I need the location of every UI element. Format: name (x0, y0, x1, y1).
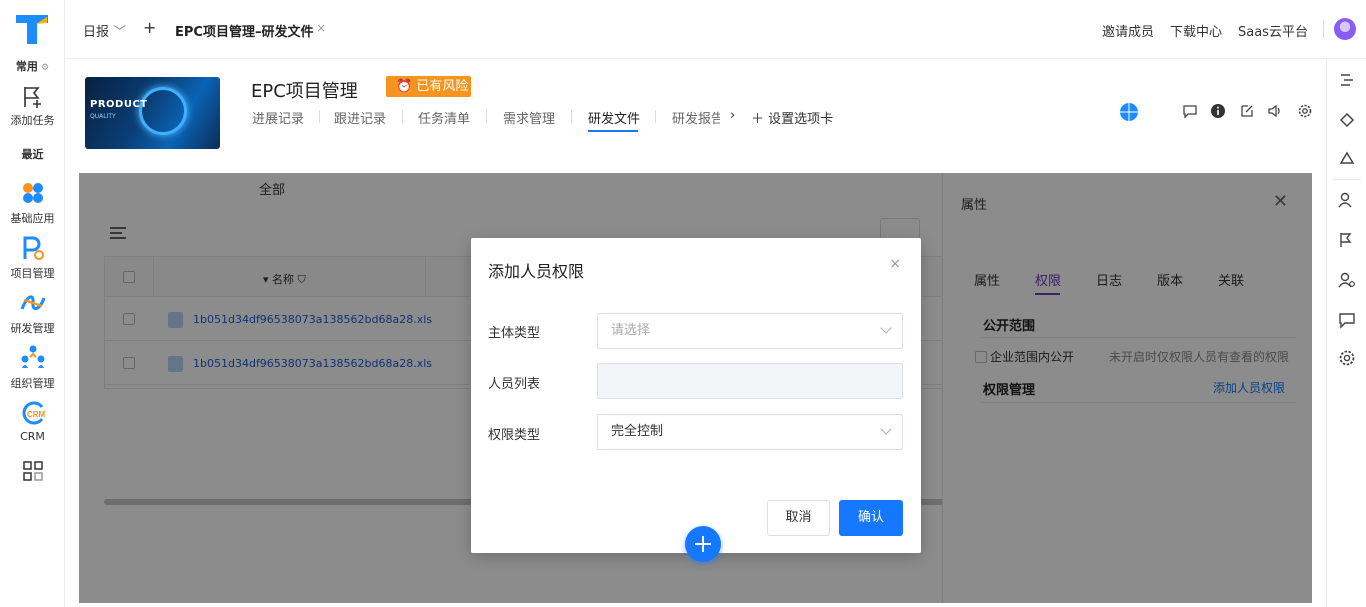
nav-item-project-mgmt[interactable]: 项目管理 (0, 265, 65, 281)
chevron-down-icon (880, 322, 892, 334)
tab-sep (402, 110, 403, 123)
tab-sep (571, 110, 572, 123)
cover-ring (139, 87, 187, 135)
add-task-label[interactable]: 添加任务 (0, 112, 65, 128)
tab-close-icon[interactable]: × (316, 21, 326, 35)
crm-icon[interactable]: CRM (20, 399, 46, 425)
tabs-scroll-right-icon[interactable]: › (730, 108, 735, 123)
nav-item-rd-mgmt[interactable]: 研发管理 (0, 320, 65, 336)
report-menu[interactable]: 日报 ﹀ (83, 21, 126, 40)
project-title: EPC项目管理 (251, 81, 358, 102)
share-icon[interactable] (1338, 111, 1356, 129)
cancel-button[interactable]: 取消 (767, 500, 830, 536)
nav-item-org-mgmt[interactable]: 组织管理 (0, 375, 65, 391)
saas-platform-link[interactable]: Saas云平台 (1238, 21, 1308, 40)
tab-sep (319, 110, 320, 123)
add-tab-button[interactable]: + (143, 18, 156, 37)
tab-rd-report[interactable]: 研发报告 (672, 108, 720, 127)
tab-sep (655, 110, 656, 123)
tab-task-list[interactable]: 任务清单 (418, 108, 470, 127)
floating-add-button[interactable] (685, 526, 721, 562)
svg-text:CRM: CRM (27, 410, 46, 419)
common-label: 常用 ⚙ (15, 60, 50, 73)
app-logo-icon[interactable] (14, 12, 50, 46)
perm-type-value: 完全控制 (611, 424, 664, 439)
basic-apps-icon[interactable] (20, 180, 46, 206)
sort-icon[interactable] (1338, 71, 1356, 89)
invite-members-link[interactable]: 邀请成员 (1102, 21, 1154, 40)
subject-type-placeholder: 请选择 (611, 323, 651, 338)
project-mgmt-icon[interactable] (20, 235, 46, 261)
nav-item-crm[interactable]: CRM (0, 430, 65, 443)
confirm-button[interactable]: 确认 (839, 500, 903, 536)
rd-mgmt-icon[interactable] (20, 290, 46, 316)
download-center-link[interactable]: 下载中心 (1170, 21, 1222, 40)
recycle-icon[interactable] (1338, 151, 1356, 169)
tab-rd-files[interactable]: 研发文件 (588, 108, 640, 127)
avatar[interactable] (1334, 18, 1356, 40)
tab-epc-rd-files[interactable]: EPC项目管理–研发文件 (175, 21, 313, 40)
left-nav: 常用 ⚙ 添加任务 最近 基础应用 项目管理 研发管理 组织管理 CRM CRM (0, 0, 65, 607)
add-task-icon[interactable] (20, 84, 46, 110)
settings-icon[interactable] (1338, 349, 1356, 367)
risk-badge[interactable]: ⏰ 已有风险 (386, 76, 471, 97)
top-bar: 日报 ﹀ + EPC项目管理–研发文件 × 邀请成员 下载中心 Saas云平台 (66, 0, 1366, 59)
tab-followup[interactable]: 跟进记录 (334, 108, 386, 127)
tab-requirements[interactable]: 需求管理 (503, 108, 555, 127)
project-cover-image: PRODUCT QUALITY (85, 77, 220, 149)
user-ad-icon[interactable] (1338, 191, 1356, 209)
user-settings-icon[interactable] (1338, 271, 1356, 289)
sound-icon[interactable] (1267, 103, 1283, 119)
tab-progress[interactable]: 进展记录 (252, 108, 304, 127)
divider (1333, 179, 1361, 180)
info-icon[interactable] (1210, 103, 1226, 119)
tab-sep (486, 110, 487, 123)
nav-item-basic-apps[interactable]: 基础应用 (0, 210, 65, 226)
add-permission-modal: 添加人员权限 × 主体类型 请选择 人员列表 权限类型 完全控制 取消 确认 (471, 238, 921, 553)
modal-title: 添加人员权限 (488, 262, 585, 281)
subject-type-label: 主体类型 (488, 326, 541, 341)
modal-close-icon[interactable]: × (889, 256, 901, 272)
active-tab-underline (588, 130, 638, 132)
chevron-down-icon (880, 423, 892, 435)
chat-icon[interactable] (1338, 311, 1356, 329)
comment-icon[interactable] (1182, 103, 1198, 119)
org-mgmt-icon[interactable] (20, 344, 46, 370)
right-toolbar (1326, 59, 1366, 607)
divider (1323, 20, 1324, 38)
more-apps-icon[interactable] (20, 458, 46, 484)
subject-type-select[interactable]: 请选择 (597, 313, 903, 349)
gear-icon[interactable] (1297, 103, 1313, 119)
edit-icon[interactable] (1239, 103, 1255, 119)
cover-subtitle: QUALITY (90, 113, 116, 120)
settings-tab-button[interactable]: ＋ 设置选项卡 (751, 108, 833, 127)
perm-type-label: 权限类型 (488, 428, 541, 443)
person-list-field[interactable] (597, 363, 903, 399)
cover-title: PRODUCT (90, 99, 148, 110)
perm-type-select[interactable]: 完全控制 (597, 414, 903, 450)
person-list-label: 人员列表 (488, 377, 541, 392)
flag-add-icon[interactable] (1338, 231, 1356, 249)
globe-icon[interactable] (1120, 103, 1138, 121)
recent-label: 最近 (21, 148, 44, 161)
